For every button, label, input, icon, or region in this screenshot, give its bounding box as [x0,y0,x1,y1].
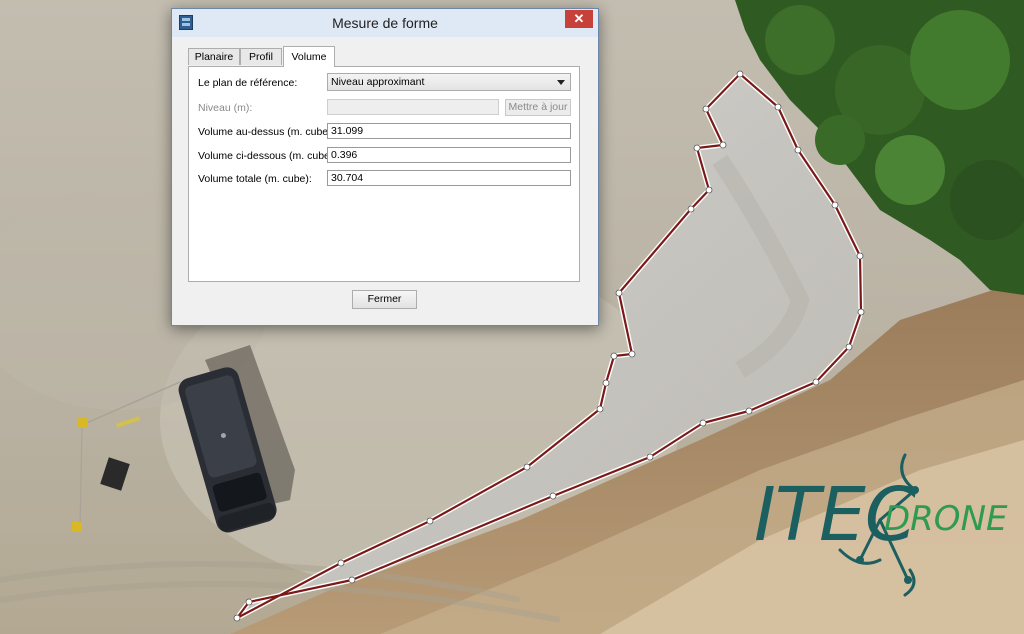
close-icon[interactable]: ✕ [565,10,593,28]
update-button[interactable]: Mettre à jour [505,99,571,116]
reference-plane-label: Le plan de référence: [198,77,298,89]
reference-plane-value: Niveau approximant [331,76,425,88]
dialog-title: Mesure de forme [332,15,438,31]
reference-plane-select[interactable]: Niveau approximant [327,73,571,91]
tab-planaire[interactable]: Planaire [188,48,240,65]
level-label: Niveau (m): [198,102,253,114]
volume-above-field[interactable]: 31.099 [327,123,571,139]
volume-total-field[interactable]: 30.704 [327,170,571,186]
tab-volume[interactable]: Volume [283,46,335,67]
shape-measure-dialog: Mesure de forme ✕ Planaire Profil Volume… [171,8,599,326]
tab-profil[interactable]: Profil [240,48,282,65]
close-button[interactable]: Fermer [352,290,417,309]
volume-panel: Le plan de référence: Niveau approximant… [188,66,580,282]
volume-below-label: Volume ci-dessous (m. cube): [198,150,337,162]
dialog-titlebar[interactable]: Mesure de forme ✕ [172,9,598,37]
volume-total-label: Volume totale (m. cube): [198,173,312,185]
logo-subtext: DRONE [884,499,1008,539]
chevron-down-icon [557,80,565,85]
volume-above-label: Volume au-dessus (m. cube): [198,126,335,138]
volume-below-field[interactable]: 0.396 [327,147,571,163]
level-input[interactable] [327,99,499,115]
